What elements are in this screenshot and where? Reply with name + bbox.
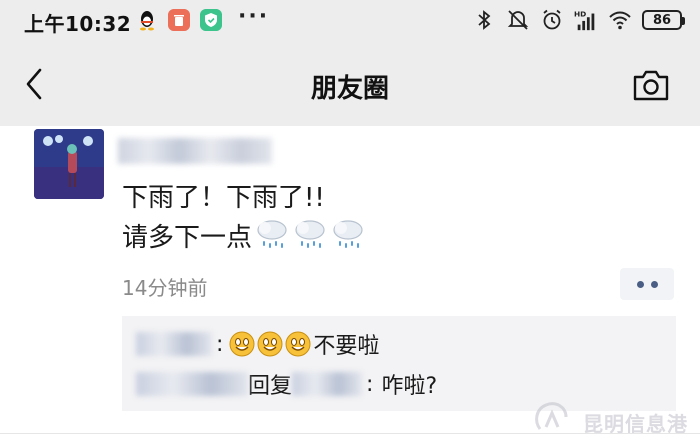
post-text-line1: 下雨了！下雨了!! (122, 183, 325, 213)
more-notifications-icon: ··· (238, 4, 270, 29)
comment-row[interactable]: 回复 : 咋啦? (136, 368, 437, 400)
divider (0, 433, 700, 434)
reply-target-blurred[interactable] (292, 372, 363, 396)
commenter-name-blurred[interactable] (136, 372, 248, 396)
alarm-icon (543, 9, 561, 30)
nav-bar: 朋友圈 (0, 42, 700, 126)
colon-separator: : (216, 331, 224, 357)
commenter-name-blurred[interactable] (136, 332, 212, 356)
trash-app-icon (168, 9, 190, 31)
more-actions-button[interactable] (620, 268, 674, 300)
status-icons: HD 86 (472, 8, 685, 32)
colon-separator: : (366, 371, 374, 397)
rain-cloud-icon (257, 220, 287, 248)
comment-row[interactable]: : 不要啦 (136, 328, 379, 360)
shield-app-icon (200, 9, 222, 31)
dot-icon (636, 280, 644, 288)
dot-icon (650, 280, 658, 288)
grin-emoji-icon (229, 331, 255, 357)
avatar[interactable] (34, 129, 104, 199)
comments-panel: : 不要啦 回复 : 咋啦? (122, 316, 676, 411)
status-bar: 上午10:32 ··· HD 86 (0, 0, 700, 42)
wifi-icon (609, 11, 631, 30)
svg-text:HD: HD (574, 9, 586, 18)
signal-icon: HD (574, 9, 595, 31)
battery-indicator: 86 (642, 10, 685, 30)
comment-text: 不要啦 (313, 334, 380, 359)
clock: 上午10:32 (24, 12, 132, 36)
post-text-line2: 请多下一点 (122, 217, 366, 254)
author-name-blurred[interactable] (118, 138, 272, 164)
grin-emoji-icon (285, 331, 311, 357)
comment-text: 咋啦? (381, 374, 438, 399)
grin-emoji-icon (257, 331, 283, 357)
watermark-logo (535, 402, 568, 430)
post-text-line2-text: 请多下一点 (122, 223, 253, 253)
page-title: 朋友圈 (310, 74, 389, 104)
camera-icon[interactable] (632, 68, 670, 102)
rain-cloud-icon (333, 220, 363, 248)
qq-icon (140, 11, 154, 31)
reply-label: 回复 (248, 374, 293, 399)
bluetooth-icon (478, 10, 491, 30)
post-timestamp: 14分钟前 (122, 276, 208, 300)
rain-cloud-icon (295, 220, 325, 248)
mute-icon (507, 10, 529, 30)
